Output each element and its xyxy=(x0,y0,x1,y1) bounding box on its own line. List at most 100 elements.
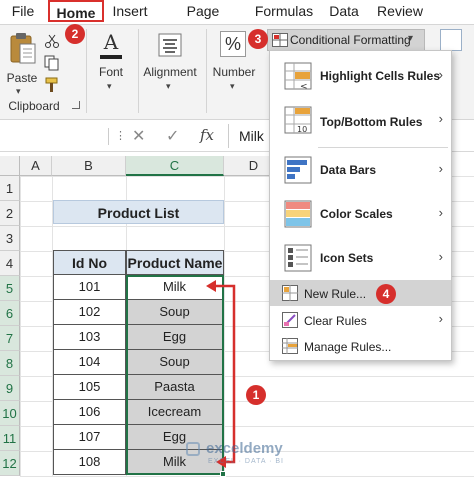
header-product-name-cell[interactable]: Product Name xyxy=(126,250,224,275)
id-no-cell[interactable]: 101 xyxy=(53,275,126,300)
enter-formula-icon[interactable]: ✓ xyxy=(166,126,179,146)
paste-button[interactable]: Paste ▾ xyxy=(6,31,40,96)
row-header[interactable]: 7 xyxy=(0,326,20,351)
id-no-value: 102 xyxy=(78,304,101,319)
id-no-cell[interactable]: 104 xyxy=(53,350,126,375)
column-header-a[interactable]: A xyxy=(20,156,52,176)
tab-insert[interactable]: Insert xyxy=(110,0,150,22)
product-list-title-cell[interactable]: Product List xyxy=(53,200,224,224)
font-icon: A xyxy=(103,30,119,54)
id-no-cell[interactable]: 102 xyxy=(53,300,126,325)
id-no-cell[interactable]: 103 xyxy=(53,325,126,350)
cancel-formula-icon[interactable]: ✕ xyxy=(132,126,145,146)
alignment-group-button[interactable]: Alignment ▾ xyxy=(140,31,200,97)
menu-item-icon-sets[interactable]: Icon Sets › xyxy=(270,237,451,279)
svg-text:10: 10 xyxy=(297,125,307,134)
conditional-formatting-icon xyxy=(272,33,288,47)
column-header-b[interactable]: B xyxy=(52,156,126,176)
row-header[interactable]: 2 xyxy=(0,201,20,226)
row-header[interactable]: 6 xyxy=(0,301,20,326)
cut-icon[interactable] xyxy=(44,33,60,49)
conditional-formatting-button[interactable]: Conditional Formatting ▾ xyxy=(267,29,425,51)
format-painter-icon[interactable] xyxy=(44,77,60,93)
menu-item-top-bottom-rules[interactable]: 10 Top/Bottom Rules › xyxy=(270,99,451,141)
id-no-value: 101 xyxy=(78,279,101,294)
step-badge-1: 1 xyxy=(246,385,266,405)
menu-label-topbottom: Top/Bottom Rules xyxy=(320,115,423,129)
id-no-value: 103 xyxy=(78,329,101,344)
menu-item-color-scales[interactable]: Color Scales › xyxy=(270,193,451,235)
row-header[interactable]: 3 xyxy=(0,226,20,251)
row-header[interactable]: 1 xyxy=(0,176,20,201)
number-chevron-icon: ▾ xyxy=(230,81,235,91)
ribbon-separator xyxy=(206,29,207,113)
ribbon-tabs: File Home Insert Page Layout Formulas Da… xyxy=(0,0,474,41)
row-header[interactable]: 10 xyxy=(0,401,20,426)
menu-item-clear-rules[interactable]: Clear Rules › xyxy=(270,307,451,333)
row-header[interactable]: 12 xyxy=(0,451,20,476)
id-no-value: 105 xyxy=(78,379,101,394)
font-group-button[interactable]: A Font ▾ xyxy=(92,31,130,97)
menu-item-new-rule[interactable]: New Rule... xyxy=(270,280,451,306)
data-bars-icon xyxy=(284,156,312,184)
id-no-cell[interactable]: 105 xyxy=(53,375,126,400)
paste-label: Paste xyxy=(6,71,38,85)
menu-label-iconsets: Icon Sets xyxy=(320,251,374,265)
step-badge-3: 3 xyxy=(248,29,268,49)
conditional-formatting-label: Conditional Formatting xyxy=(290,33,411,47)
header-id-no-cell[interactable]: Id No xyxy=(53,250,126,275)
tab-home[interactable]: Home xyxy=(48,0,104,22)
column-header-c[interactable]: C xyxy=(126,156,224,176)
percent-icon: % xyxy=(220,31,246,57)
menu-item-highlight-cells-rules[interactable]: < Highlight Cells Rules › xyxy=(270,55,451,97)
clipboard-launcher-icon[interactable] xyxy=(72,101,80,109)
highlight-cells-rules-icon: < xyxy=(284,62,312,90)
formula-input-text: Milk xyxy=(239,128,264,144)
conditional-formatting-menu: < Highlight Cells Rules › 10 Top/Bottom … xyxy=(269,50,452,361)
header-product-name: Product Name xyxy=(127,255,223,271)
cell-styles-icon[interactable] xyxy=(440,29,462,51)
chevron-right-icon: › xyxy=(438,205,443,220)
id-no-value: 104 xyxy=(78,354,101,369)
id-no-cell[interactable]: 106 xyxy=(53,400,126,425)
alignment-icon xyxy=(158,33,182,57)
tab-data[interactable]: Data xyxy=(326,0,362,22)
tab-formulas[interactable]: Formulas xyxy=(254,0,314,22)
step-badge-4: 4 xyxy=(376,284,396,304)
menu-item-manage-rules[interactable]: Manage Rules... xyxy=(270,333,451,359)
id-no-value: 108 xyxy=(78,454,101,469)
clear-rules-icon xyxy=(282,312,298,328)
tab-page-layout[interactable]: Page Layout xyxy=(164,0,242,41)
tab-file[interactable]: File xyxy=(8,0,38,22)
watermark: exceldemy EXCEL · DATA · BI xyxy=(186,440,296,470)
row-header[interactable]: 4 xyxy=(0,251,20,276)
chevron-right-icon: › xyxy=(438,249,443,264)
id-no-cell[interactable]: 108 xyxy=(53,450,126,475)
menu-label-newrule: New Rule... xyxy=(304,287,367,301)
menu-divider xyxy=(318,147,448,148)
chevron-down-icon: ▾ xyxy=(408,33,414,44)
insert-function-icon[interactable]: fx xyxy=(200,126,214,144)
formula-bar-separator xyxy=(108,128,109,145)
ribbon-separator xyxy=(138,29,139,113)
row-header[interactable]: 11 xyxy=(0,426,20,451)
watermark-logo-icon xyxy=(186,442,200,456)
product-list-title: Product List xyxy=(97,205,180,221)
font-label: Font xyxy=(98,65,123,79)
tab-review[interactable]: Review xyxy=(376,0,424,22)
id-no-cell[interactable]: 107 xyxy=(53,425,126,450)
select-all-corner[interactable] xyxy=(0,156,20,176)
menu-label-highlight: Highlight Cells Rules xyxy=(320,69,441,83)
paste-chevron-icon[interactable]: ▾ xyxy=(16,86,21,97)
row-header[interactable]: 9 xyxy=(0,376,20,401)
row-header[interactable]: 5 xyxy=(0,276,20,301)
formula-bar-dots-icon: ⋮ xyxy=(115,130,126,142)
copy-icon[interactable] xyxy=(44,55,60,71)
manage-rules-icon xyxy=(282,338,298,354)
ribbon-separator xyxy=(86,29,87,113)
alignment-label: Alignment xyxy=(143,65,197,79)
row-header[interactable]: 8 xyxy=(0,351,20,376)
chevron-right-icon: › xyxy=(438,67,443,82)
alignment-chevron-icon: ▾ xyxy=(166,81,171,91)
menu-item-data-bars[interactable]: Data Bars › xyxy=(270,149,451,191)
